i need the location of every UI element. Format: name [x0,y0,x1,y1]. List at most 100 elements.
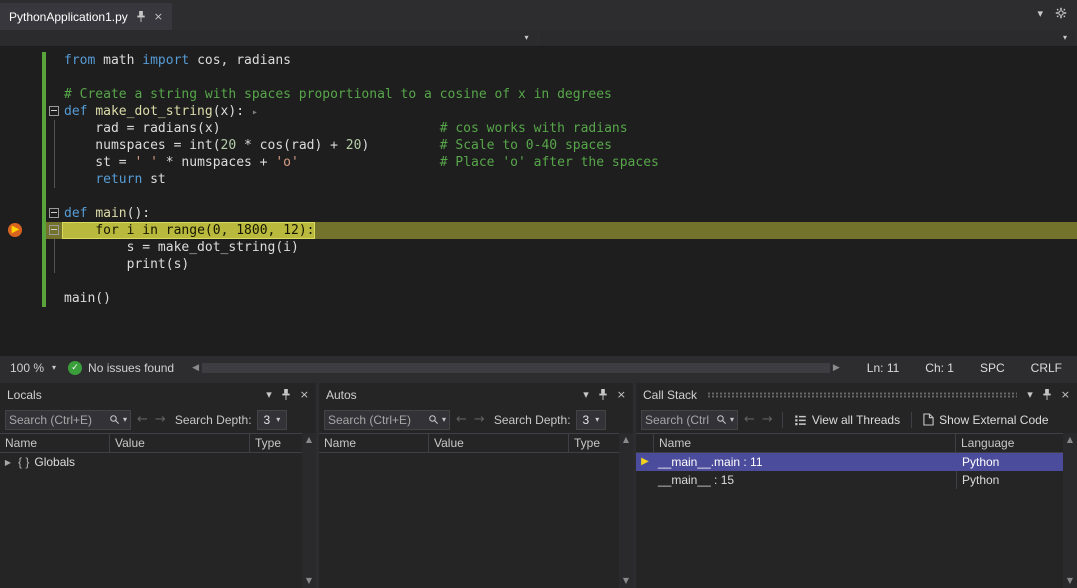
next-result-icon[interactable]: → [761,413,774,426]
code-line-1[interactable]: from math import cos, radians [0,52,1077,69]
search-depth-select[interactable]: 3 ▾ [257,410,288,430]
search-icon[interactable] [428,414,439,425]
chevron-down-icon[interactable]: ▾ [1037,8,1043,19]
locals-scrollbar[interactable]: ▲ ▼ [302,433,316,588]
eol-indicator[interactable]: CRLF [1022,361,1071,375]
code-line-7[interactable]: st = ' ' * numspaces + 'o' # Place 'o' a… [0,154,1077,171]
locals-search-box[interactable]: ▾ [5,410,131,430]
breakpoint-margin[interactable] [0,69,42,86]
view-all-threads-button[interactable]: View all Threads [791,413,903,427]
call-stack-search-box[interactable]: ▾ [641,410,738,430]
code-line-15[interactable]: main() [0,290,1077,307]
search-input[interactable] [645,413,713,427]
pin-icon[interactable] [281,389,291,400]
autos-search-box[interactable]: ▾ [324,410,450,430]
next-result-icon[interactable]: → [154,413,167,426]
code-line-2[interactable] [0,69,1077,86]
breakpoint-margin[interactable] [0,290,42,307]
code-line-11[interactable]: ▶ for i in range(0, 1800, 12): [0,222,1077,239]
close-icon[interactable]: × [617,389,626,400]
search-input[interactable] [328,413,425,427]
column-value[interactable]: Value [429,434,569,452]
column-name[interactable]: Name [0,434,110,452]
autos-scrollbar[interactable]: ▲ ▼ [619,433,633,588]
collapse-region[interactable] [46,222,62,239]
scroll-up-icon[interactable]: ▲ [1067,436,1073,444]
pin-icon[interactable] [598,389,608,400]
code-line-5[interactable]: rad = radians(x) # cos works with radian… [0,120,1077,137]
collapse-region[interactable] [46,103,62,120]
scroll-left-icon[interactable]: ◀ [192,364,199,373]
previous-result-icon[interactable]: ← [455,413,468,426]
breakpoint-margin[interactable] [0,256,42,273]
scroll-up-icon[interactable]: ▲ [306,436,312,444]
code-line-6[interactable]: numspaces = int(20 * cos(rad) + 20) # Sc… [0,137,1077,154]
horizontal-scrollbar[interactable]: ◀ ▶ [192,363,840,373]
project-dropdown[interactable]: ▾ [0,30,539,46]
close-icon[interactable]: × [1061,389,1070,400]
search-options-icon[interactable]: ▾ [123,416,127,424]
scroll-right-icon[interactable]: ▶ [833,364,840,373]
breakpoint-margin[interactable] [0,103,42,120]
search-options-icon[interactable]: ▾ [442,416,446,424]
window-menu-icon[interactable]: ▾ [1027,389,1033,400]
pin-icon[interactable] [136,11,146,22]
column-language[interactable]: Language [956,434,1077,452]
autos-panel-header[interactable]: Autos ▾ × [319,383,633,406]
document-health-indicator[interactable]: ✓ No issues found [68,361,174,375]
scroll-down-icon[interactable]: ▼ [623,577,629,585]
code-line-13[interactable]: print(s) [0,256,1077,273]
locals-panel-header[interactable]: Locals ▾ × [0,383,316,406]
scrollbar-track[interactable] [202,363,830,373]
collapse-icon[interactable] [49,208,59,218]
call-stack-scrollbar[interactable]: ▲ ▼ [1063,433,1077,588]
previous-result-icon[interactable]: ← [743,413,756,426]
tab-pythonapplication1[interactable]: PythonApplication1.py × [0,3,172,30]
expander-icon[interactable]: ▶ [3,458,13,467]
show-external-code-button[interactable]: Show External Code [920,413,1051,427]
call-stack-frame[interactable]: ▶__main__.main : 11Python [636,453,1063,471]
zoom-control[interactable]: 100 % ▾ [6,361,60,375]
gear-icon[interactable] [1055,7,1067,19]
scroll-up-icon[interactable]: ▲ [623,436,629,444]
code-line-9[interactable] [0,188,1077,205]
drag-grip[interactable] [707,392,1017,398]
column-indicator[interactable]: Ch: 1 [916,361,963,375]
window-menu-icon[interactable]: ▾ [266,389,272,400]
breakpoint-margin[interactable] [0,86,42,103]
close-icon[interactable]: × [300,389,309,400]
breakpoint-margin[interactable] [0,137,42,154]
member-dropdown[interactable]: ▾ [539,30,1077,46]
code-line-10[interactable]: def main(): [0,205,1077,222]
call-stack-panel-header[interactable]: Call Stack ▾ × [636,383,1077,406]
collapse-region[interactable] [46,205,62,222]
scroll-down-icon[interactable]: ▼ [306,577,312,585]
code-line-8[interactable]: return st [0,171,1077,188]
next-result-icon[interactable]: → [473,413,486,426]
breakpoint-margin[interactable] [0,239,42,256]
collapse-icon[interactable] [49,225,59,235]
code-line-3[interactable]: # Create a string with spaces proportion… [0,86,1077,103]
code-editor[interactable]: from math import cos, radians # Create a … [0,47,1077,356]
breakpoint-margin[interactable] [0,154,42,171]
breakpoint-margin[interactable] [0,205,42,222]
search-icon[interactable] [109,414,120,425]
window-menu-icon[interactable]: ▾ [583,389,589,400]
search-depth-select[interactable]: 3 ▾ [576,410,607,430]
variable-row[interactable]: ▶{ }Globals [0,453,302,471]
code-line-14[interactable] [0,273,1077,290]
code-line-4[interactable]: def make_dot_string(x): ▸ [0,103,1077,120]
call-stack-frame[interactable]: __main__ : 15Python [636,471,1063,489]
search-options-icon[interactable]: ▾ [730,416,734,424]
breakpoint-margin[interactable] [0,171,42,188]
spaces-indicator[interactable]: SPC [971,361,1014,375]
column-name[interactable]: Name [654,434,956,452]
current-statement-margin[interactable]: ▶ [0,222,42,239]
breakpoint-margin[interactable] [0,52,42,69]
breakpoint-margin[interactable] [0,120,42,137]
close-icon[interactable]: × [154,11,163,22]
previous-result-icon[interactable]: ← [136,413,149,426]
breakpoint-margin[interactable] [0,188,42,205]
search-input[interactable] [9,413,106,427]
search-icon[interactable] [716,414,727,425]
